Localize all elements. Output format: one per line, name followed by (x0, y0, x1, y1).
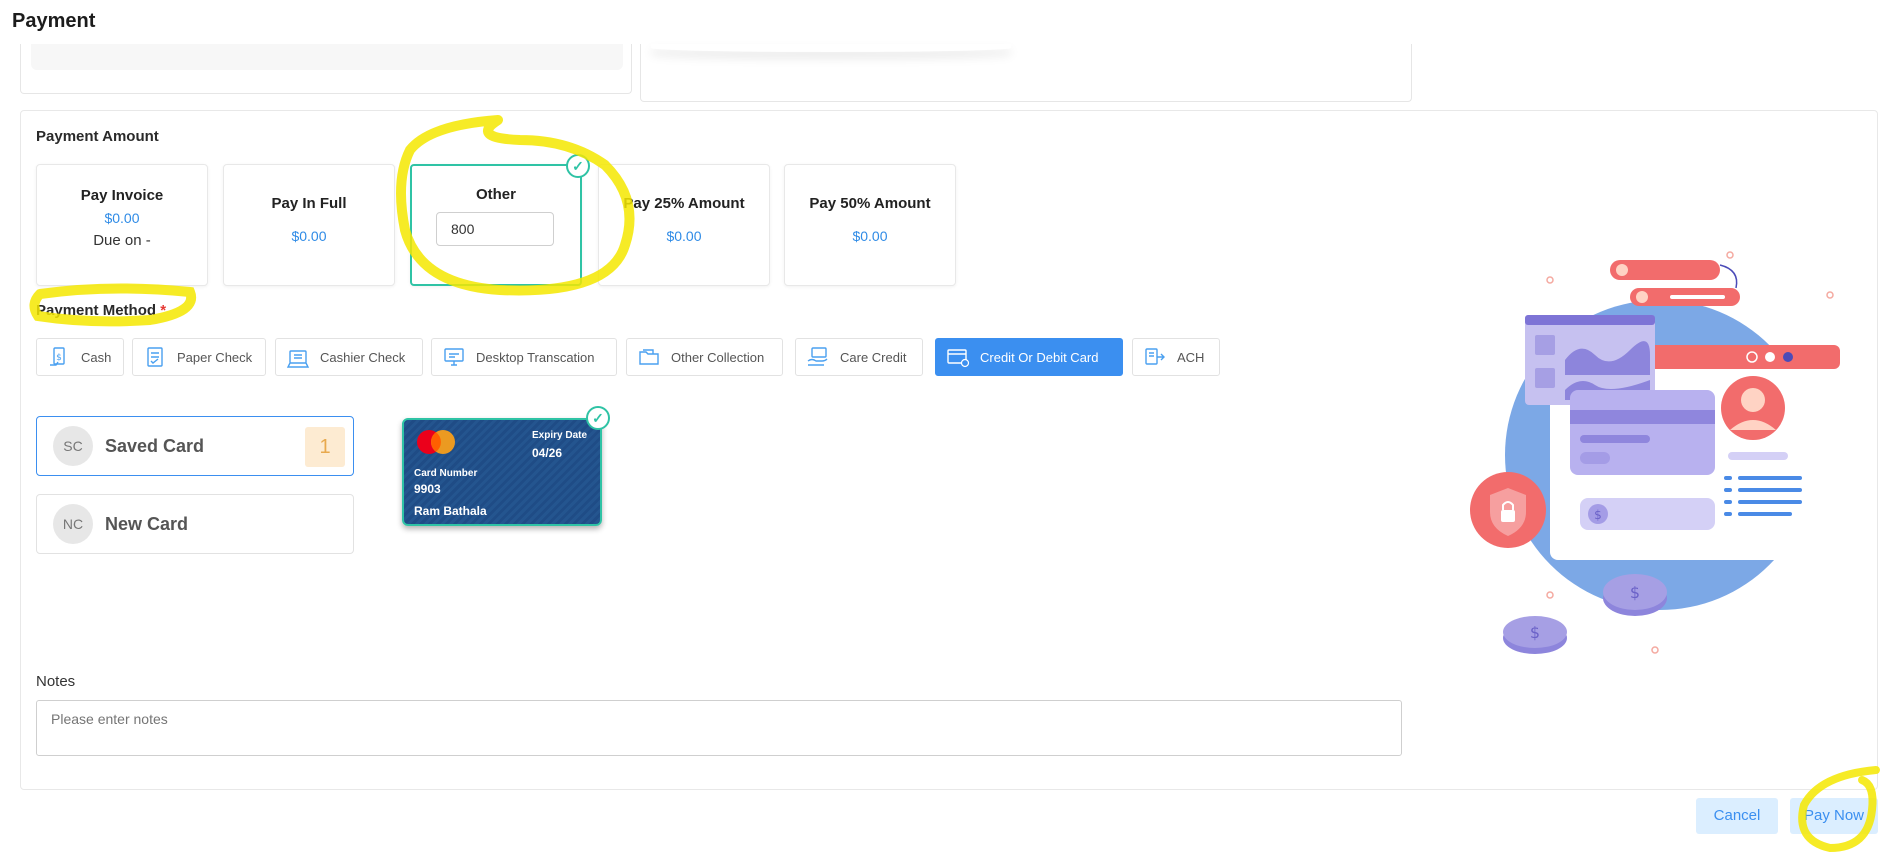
pay-in-full-title: Pay In Full (271, 195, 347, 212)
tab-desktop-transcation[interactable]: Desktop Transcation (431, 338, 617, 376)
other-amount-title: Other (475, 186, 516, 203)
tab-cashier-check-label: Cashier Check (320, 349, 406, 365)
tab-paper-check[interactable]: Paper Check (132, 338, 266, 376)
tab-ach[interactable]: ACH (1132, 338, 1220, 376)
pay-25-title: Pay 25% Amount (623, 195, 745, 212)
payment-amount-label: Payment Amount (36, 128, 159, 145)
tab-paper-check-label: Paper Check (177, 349, 253, 365)
tab-credit-or-debit-card[interactable]: Credit Or Debit Card (935, 338, 1123, 376)
svg-text:$: $ (1530, 623, 1540, 642)
card-number-value: 9903 (414, 482, 441, 496)
required-mark: * (160, 302, 167, 319)
pay-in-full-option[interactable]: Pay In Full $0.00 (223, 164, 395, 286)
tab-care-credit-label: Care Credit (840, 349, 907, 365)
tab-desktop-transcation-label: Desktop Transcation (476, 349, 595, 365)
payment-illustration: $ $ $ (1470, 251, 1840, 654)
pay-50-value: $0.00 (852, 228, 888, 244)
desktop-icon (444, 348, 464, 366)
tab-credit-or-debit-card-label: Credit Or Debit Card (980, 349, 1099, 365)
pay-invoice-value: $0.00 (104, 210, 140, 226)
tab-cash-label: Cash (81, 349, 112, 365)
tab-other-collection-label: Other Collection (671, 349, 765, 365)
notes-input[interactable] (36, 700, 1402, 756)
payment-method-label-text: Payment Method (36, 302, 157, 319)
pay-invoice-title: Pay Invoice (80, 187, 164, 204)
tab-cashier-check[interactable]: Cashier Check (275, 338, 423, 376)
new-card-option[interactable]: NC New Card (36, 494, 354, 554)
care-credit-icon (807, 347, 828, 366)
top-left-card (20, 44, 632, 94)
cash-icon: $ (50, 347, 65, 366)
other-amount-option[interactable]: Other (410, 164, 582, 286)
expiry-label: Expiry Date (532, 430, 588, 441)
card-number-label: Card Number (414, 468, 478, 479)
mastercard-icon (417, 430, 455, 454)
saved-card-label: Saved Card (105, 435, 205, 456)
pay-now-button[interactable]: Pay Now (1790, 798, 1878, 834)
pay-50-option[interactable]: Pay 50% Amount $0.00 (784, 164, 956, 286)
credit-card-icon (947, 349, 970, 368)
notes-label: Notes (36, 673, 76, 690)
tab-other-collection[interactable]: Other Collection (626, 338, 783, 376)
tab-cash[interactable]: $ Cash (36, 338, 124, 376)
svg-text:$: $ (1630, 583, 1640, 602)
selected-credit-card[interactable]: Expiry Date 04/26 Card Number 9903 Ram B… (402, 418, 602, 526)
saved-card-count-badge: 1 (305, 427, 345, 467)
card-holder-name: Ram Bathala (414, 504, 487, 518)
check-icon: ✓ (566, 154, 590, 178)
pay-invoice-option[interactable]: Pay Invoice $0.00 Due on - (36, 164, 208, 286)
pay-in-full-value: $0.00 (291, 228, 327, 244)
payment-method-label: Payment Method * (36, 302, 166, 319)
expiry-value: 04/26 (532, 446, 563, 460)
paper-check-icon (147, 347, 163, 367)
pay-50-title: Pay 50% Amount (809, 195, 931, 212)
check-icon: ✓ (586, 406, 610, 430)
svg-text:$: $ (56, 353, 62, 363)
top-right-card (640, 44, 1412, 102)
saved-card-option[interactable]: SC Saved Card 1 (36, 416, 354, 476)
tab-ach-label: ACH (1177, 349, 1205, 365)
avatar: SC (53, 426, 93, 466)
page-title: Payment (12, 10, 96, 32)
avatar: NC (53, 504, 93, 544)
cancel-button[interactable]: Cancel (1696, 798, 1778, 834)
new-card-label: New Card (105, 513, 189, 534)
pay-25-value: $0.00 (666, 228, 702, 244)
tab-care-credit[interactable]: Care Credit (795, 338, 923, 376)
bank-icon (1145, 348, 1165, 365)
other-amount-input[interactable] (436, 212, 554, 246)
pay-25-option[interactable]: Pay 25% Amount $0.00 (598, 164, 770, 286)
pay-invoice-due: Due on - (93, 232, 151, 249)
cashier-check-icon (286, 350, 310, 368)
folder-icon (639, 349, 659, 365)
svg-text:$: $ (1594, 508, 1602, 522)
